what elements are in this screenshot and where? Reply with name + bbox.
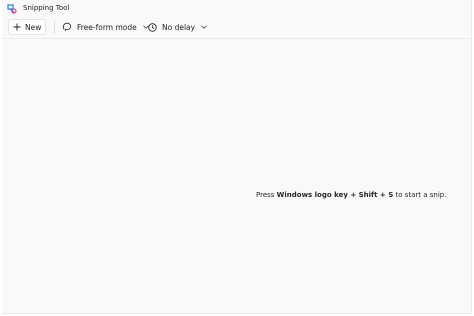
snipping-tool-icon xyxy=(7,4,17,14)
new-button[interactable]: New xyxy=(8,19,46,35)
free-form-icon xyxy=(62,22,71,32)
toolbar-divider xyxy=(54,21,55,34)
toolbar: New Free-form mode No delay xyxy=(2,17,471,39)
app-title: Snipping Tool xyxy=(23,4,70,12)
hint-prefix: Press xyxy=(256,191,277,199)
plus-icon xyxy=(13,23,21,31)
title-bar[interactable]: Snipping Tool xyxy=(2,0,471,17)
hint-suffix: to start a snip. xyxy=(393,191,447,199)
clock-icon xyxy=(148,22,157,32)
shortcut-hint: Press Windows logo key + Shift + S to st… xyxy=(256,190,446,200)
hint-shortcut: Windows logo key + Shift + S xyxy=(276,191,394,199)
new-button-label: New xyxy=(25,22,42,32)
capture-area: Press Windows logo key + Shift + S to st… xyxy=(2,39,471,313)
chevron-down-icon xyxy=(201,25,207,29)
snip-mode-dropdown[interactable]: Free-form mode xyxy=(59,19,149,35)
snip-mode-label: Free-form mode xyxy=(77,22,137,32)
delay-label: No delay xyxy=(162,22,196,32)
delay-dropdown[interactable]: No delay xyxy=(145,19,207,35)
snipping-tool-window: Snipping Tool New Free-form mode No dela… xyxy=(2,0,472,314)
